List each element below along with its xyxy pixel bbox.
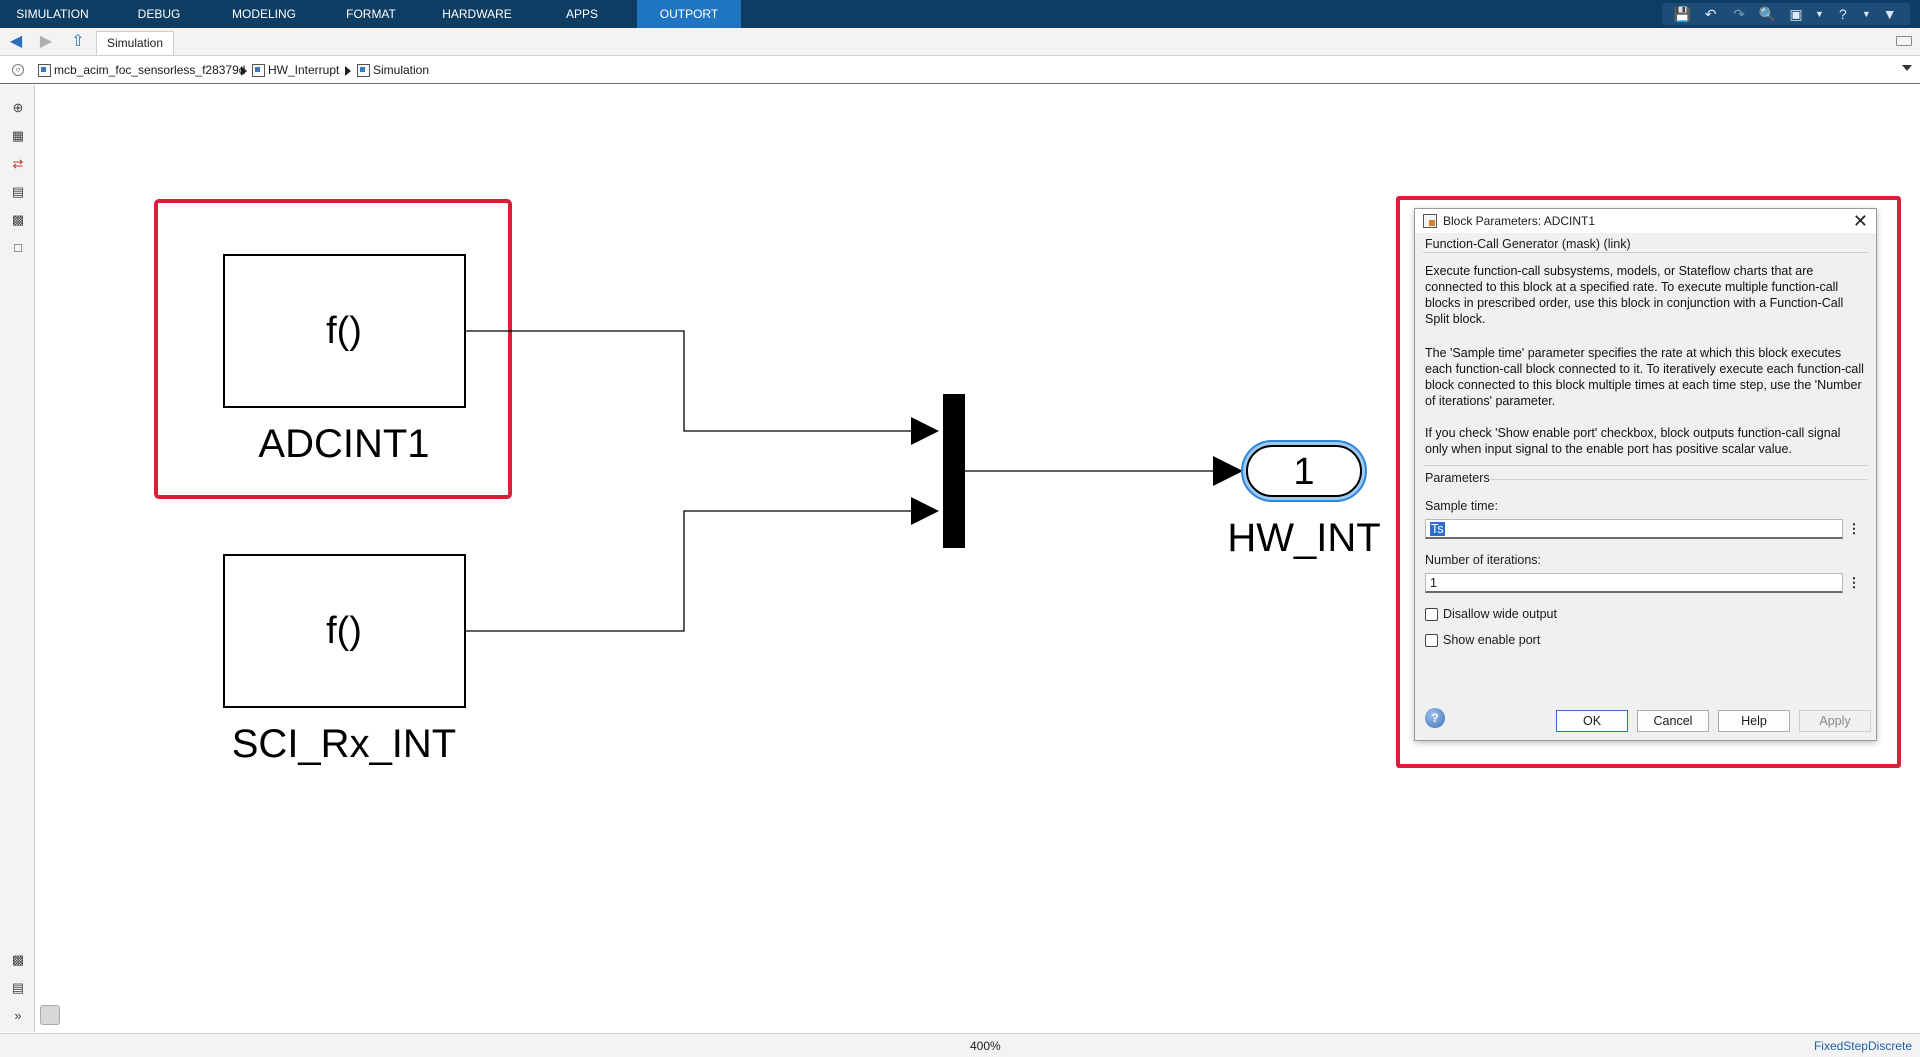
- dialog-footer: ? OK Cancel Help Apply: [1415, 698, 1876, 740]
- breadcrumb: ○ mcb_acim_foc_sensorless_f28379d HW_Int…: [0, 56, 1920, 84]
- iterations-input[interactable]: 1: [1425, 573, 1843, 593]
- disallow-wide-output-checkbox[interactable]: Disallow wide output: [1425, 607, 1557, 621]
- annotation-icon[interactable]: ▤: [9, 183, 27, 201]
- checkbox-icon[interactable]: [1425, 607, 1438, 621]
- signal-line[interactable]: [465, 510, 911, 632]
- forward-arrow-icon[interactable]: ▶: [36, 32, 56, 52]
- tab-simulation[interactable]: SIMULATION: [0, 0, 105, 28]
- image-icon[interactable]: ▩: [9, 211, 27, 229]
- more-options-icon[interactable]: ⋮: [1847, 519, 1861, 539]
- description-paragraph: If you check 'Show enable port' checkbox…: [1425, 426, 1841, 456]
- cancel-button[interactable]: Cancel: [1637, 710, 1709, 732]
- area-icon[interactable]: □: [9, 239, 27, 257]
- chevron-down-icon[interactable]: [1902, 65, 1912, 71]
- dialog-title: Block Parameters: ADCINT1: [1443, 214, 1596, 228]
- dropdown-icon[interactable]: ▼: [1860, 9, 1872, 19]
- breadcrumb-label: HW_Interrupt: [268, 63, 340, 77]
- model-tab-simulation[interactable]: Simulation: [96, 31, 175, 55]
- breadcrumb-separator-icon: [241, 66, 247, 76]
- keyboard-icon[interactable]: [1896, 36, 1912, 46]
- subsystem-icon: [357, 63, 370, 77]
- subsystem-icon: [252, 63, 265, 77]
- model-icon: [38, 63, 51, 77]
- breadcrumb-item-simulation[interactable]: Simulation: [357, 62, 429, 78]
- outport-label[interactable]: HW_INT: [1227, 516, 1380, 560]
- tab-hardware[interactable]: HARDWARE: [427, 0, 527, 28]
- tab-format[interactable]: FORMAT: [315, 0, 427, 28]
- solver-link[interactable]: FixedStepDiscrete: [1814, 1039, 1912, 1053]
- breadcrumb-separator-icon: [345, 66, 351, 76]
- save-icon[interactable]: 💾: [1671, 6, 1693, 23]
- block-content: f(): [326, 610, 362, 652]
- signal-arrow: [911, 497, 939, 525]
- help-icon[interactable]: ?: [1425, 708, 1445, 728]
- up-arrow-icon[interactable]: ⇧: [68, 32, 88, 52]
- block-parameters-dialog: Block Parameters: ADCINT1 ✕ Function-Cal…: [1414, 208, 1877, 741]
- block-icon: [1423, 214, 1437, 228]
- outport-number: 1: [1293, 451, 1314, 493]
- group-title: Function-Call Generator (mask) (link): [1425, 237, 1631, 251]
- help-button[interactable]: Help: [1718, 710, 1790, 732]
- ribbon-bar: SIMULATION DEBUG MODELING FORMAT HARDWAR…: [0, 0, 1920, 28]
- find-icon[interactable]: 🔍: [1757, 6, 1779, 23]
- sample-time-label: Sample time:: [1425, 499, 1498, 513]
- description-box: Execute function-call subsystems, models…: [1423, 252, 1868, 466]
- hide-explorer-icon[interactable]: ○: [12, 64, 24, 76]
- block-palette: ⊕ ▦ ⇄ ▤ ▩ □ ▩ ▤ »: [0, 85, 35, 1032]
- signal-arrow: [911, 417, 939, 445]
- help-icon[interactable]: ?: [1832, 6, 1854, 22]
- dialog-titlebar[interactable]: Block Parameters: ADCINT1 ✕: [1415, 209, 1876, 233]
- screenshot-icon[interactable]: ▩: [9, 951, 27, 969]
- show-enable-port-checkbox[interactable]: Show enable port: [1425, 633, 1540, 647]
- ok-button[interactable]: OK: [1556, 710, 1628, 732]
- redo-icon[interactable]: ↷: [1728, 6, 1750, 23]
- dropdown-icon[interactable]: ▼: [1813, 9, 1825, 19]
- tab-modeling[interactable]: MODELING: [213, 0, 315, 28]
- selected-text: Ts: [1430, 522, 1445, 536]
- checkbox-label: Disallow wide output: [1443, 607, 1557, 621]
- breadcrumb-label: mcb_acim_foc_sensorless_f28379d: [54, 63, 246, 77]
- canvas-options-button[interactable]: [40, 1005, 60, 1025]
- fit-to-view-icon[interactable]: ▦: [9, 127, 27, 145]
- description-paragraph: The 'Sample time' parameter specifies th…: [1425, 346, 1864, 408]
- iterations-label: Number of iterations:: [1425, 553, 1542, 567]
- zoom-level: 400%: [970, 1039, 1001, 1053]
- property-inspector-icon[interactable]: ▤: [9, 979, 27, 997]
- sample-time-input[interactable]: Ts: [1425, 519, 1843, 539]
- checkbox-label: Show enable port: [1443, 633, 1541, 647]
- undo-icon[interactable]: ↶: [1700, 6, 1722, 23]
- description-paragraph: Execute function-call subsystems, models…: [1425, 264, 1844, 326]
- more-options-icon[interactable]: ⋮: [1847, 573, 1861, 593]
- mux-block[interactable]: [943, 394, 965, 548]
- block-sci-rx-int[interactable]: f(): [223, 554, 466, 708]
- close-icon[interactable]: ✕: [1853, 211, 1868, 232]
- signal-line-icon[interactable]: ⇄: [9, 155, 27, 173]
- tab-apps[interactable]: APPS: [527, 0, 637, 28]
- signal-arrow: [1213, 456, 1243, 486]
- zoom-in-icon[interactable]: ⊕: [9, 99, 27, 117]
- breadcrumb-label: Simulation: [373, 63, 430, 77]
- apply-button[interactable]: Apply: [1799, 710, 1871, 732]
- parameters-heading: Parameters: [1425, 471, 1490, 485]
- breadcrumb-item-model[interactable]: mcb_acim_foc_sensorless_f28379d: [38, 62, 245, 78]
- collapse-icon[interactable]: ▼: [1879, 6, 1901, 22]
- block-content: f(): [326, 310, 362, 352]
- status-bar: 400% FixedStepDiscrete: [0, 1033, 1920, 1057]
- outport-block[interactable]: 1: [1241, 440, 1367, 502]
- expand-icon[interactable]: »: [9, 1007, 27, 1025]
- block-label-adcint1[interactable]: ADCINT1: [258, 422, 429, 466]
- divider: [1489, 479, 1867, 480]
- zoom-icon[interactable]: ▣: [1785, 6, 1807, 23]
- block-adcint1[interactable]: f(): [223, 254, 466, 408]
- tab-outport[interactable]: OUTPORT: [637, 0, 741, 28]
- tab-debug[interactable]: DEBUG: [105, 0, 213, 28]
- breadcrumb-item-hw-interrupt[interactable]: HW_Interrupt: [252, 62, 339, 78]
- back-arrow-icon[interactable]: ◀: [6, 32, 26, 52]
- quick-access-toolbar: 💾 ↶ ↷ 🔍 ▣ ▼ ? ▼ ▼: [1662, 3, 1910, 25]
- block-label-sci-rx-int[interactable]: SCI_Rx_INT: [232, 722, 457, 766]
- navigation-bar: ◀ ▶ ⇧ Simulation: [0, 28, 1920, 56]
- signal-line[interactable]: [465, 330, 911, 432]
- checkbox-icon[interactable]: [1425, 633, 1438, 647]
